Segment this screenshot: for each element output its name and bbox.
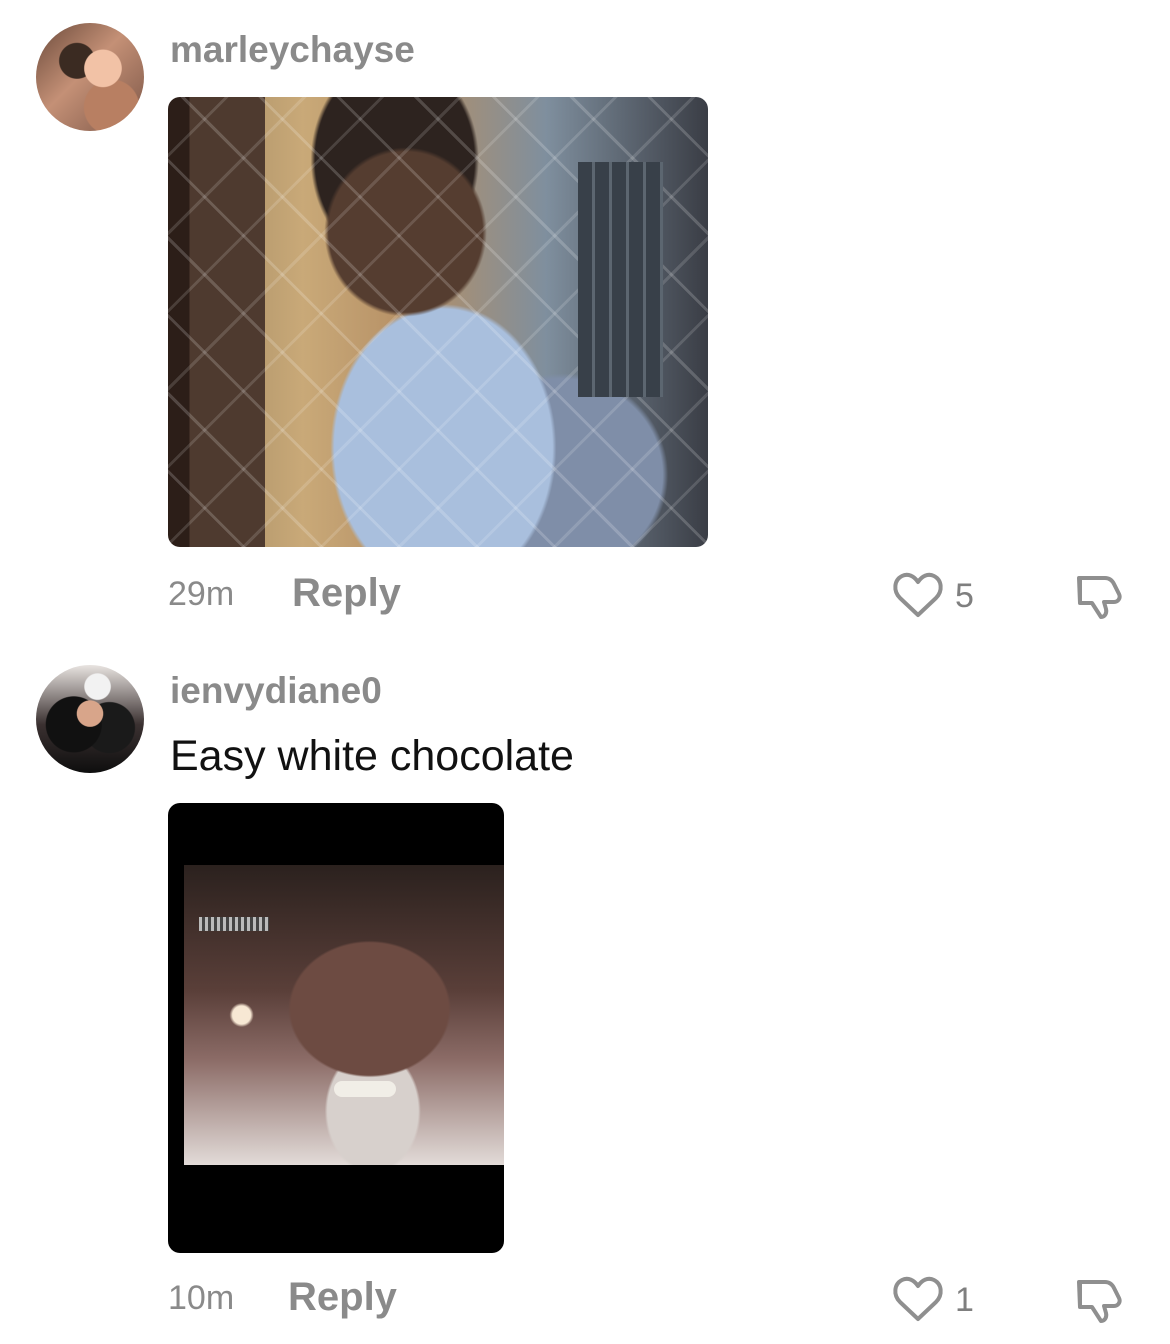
like-button[interactable]: 5 [892,571,1002,623]
comment-timestamp: 29m [168,575,235,613]
comment-timestamp: 10m [168,1279,235,1317]
thumbs-down-icon[interactable] [1072,570,1124,622]
comment-photo-attachment[interactable] [168,97,708,547]
heart-icon [893,1276,943,1321]
comment-text: Easy white chocolate [170,732,574,780]
comment-actions: 29m Reply 5 [168,570,1128,622]
comment-username[interactable]: ienvydiane0 [170,672,382,709]
comment-username[interactable]: marleychayse [170,31,415,68]
like-count: 1 [955,1281,974,1319]
like-button[interactable]: 1 [892,1275,1002,1327]
like-count: 5 [955,577,974,615]
comment-photo-attachment[interactable] [168,803,504,1253]
portrait-photo [184,865,504,1165]
thumbs-down-icon[interactable] [1072,1274,1124,1326]
user-avatar[interactable] [36,665,144,773]
comment-actions: 10m Reply 1 [168,1274,1128,1326]
reply-button[interactable]: Reply [288,1277,397,1317]
heart-icon [893,572,943,617]
reply-button[interactable]: Reply [292,573,401,613]
user-avatar[interactable] [36,23,144,131]
